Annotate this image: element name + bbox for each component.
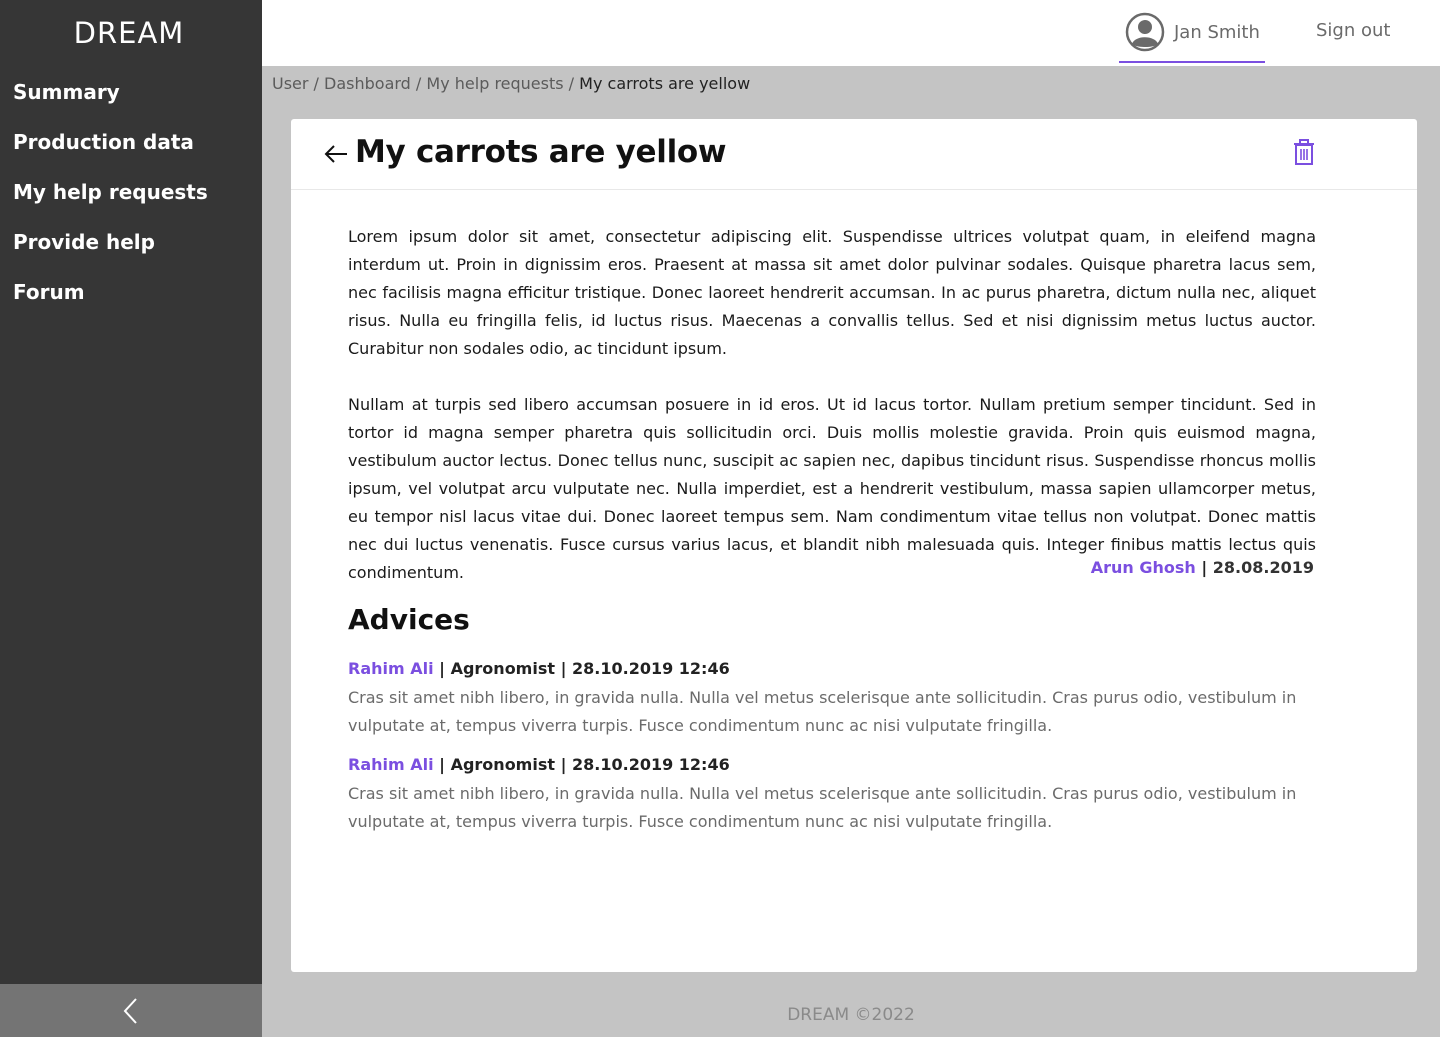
sidebar: DREAM Summary Production data My help re… [0,0,262,1037]
sidebar-item-forum[interactable]: Forum [13,278,208,328]
separator: | [1195,558,1213,577]
sidebar-collapse-button[interactable] [0,984,262,1037]
advice-author[interactable]: Rahim Ali [348,755,434,774]
request-paragraph: Lorem ipsum dolor sit amet, consectetur … [348,227,1316,358]
advice-meta: Rahim Ali | Agronomist | 28.10.2019 12:4… [348,754,1316,780]
advice-meta: Rahim Ali | Agronomist | 28.10.2019 12:4… [348,658,1316,684]
trash-icon[interactable] [1293,139,1315,165]
advice-role: Agronomist [450,755,556,774]
sidebar-item-my-help-requests[interactable]: My help requests [13,178,208,228]
separator: | [555,755,572,774]
user-circle-icon [1125,12,1165,52]
top-header: Jan Smith Sign out [262,0,1440,66]
footer-copyright: DREAM ©2022 [787,1005,915,1025]
request-date: 28.08.2019 [1212,558,1314,577]
sidebar-nav: Summary Production data My help requests… [13,78,208,328]
breadcrumb-user[interactable]: User [272,74,308,93]
sidebar-item-summary[interactable]: Summary [13,78,208,128]
advice-item: Rahim Ali | Agronomist | 28.10.2019 12:4… [348,754,1316,836]
breadcrumb-current: My carrots are yellow [579,74,751,93]
chevron-left-icon [123,997,137,1024]
sidebar-item-production-data[interactable]: Production data [13,128,208,178]
page-title: My carrots are yellow [355,134,727,170]
breadcrumb-separator: / [308,74,325,93]
sidebar-item-provide-help[interactable]: Provide help [13,228,208,278]
breadcrumb: User / Dashboard / My help requests / My… [272,74,750,93]
advice-item: Rahim Ali | Agronomist | 28.10.2019 12:4… [348,658,1316,740]
breadcrumb-separator: / [563,74,580,93]
request-author[interactable]: Arun Ghosh [1091,558,1196,577]
request-author-line: Arun Ghosh | 28.08.2019 [1091,558,1314,577]
breadcrumb-my-help-requests[interactable]: My help requests [426,74,563,93]
card-header: My carrots are yellow [291,119,1417,190]
advice-datetime: 28.10.2019 12:46 [572,659,730,678]
separator: | [433,659,451,678]
arrow-left-icon[interactable] [323,141,349,167]
breadcrumb-separator: / [410,74,427,93]
app-logo[interactable]: DREAM [0,16,258,50]
advice-text: Cras sit amet nibh libero, in gravida nu… [348,784,1297,831]
separator: | [433,755,451,774]
sign-out-link[interactable]: Sign out [1316,20,1390,41]
advice-role: Agronomist [450,659,556,678]
advice-datetime: 28.10.2019 12:46 [572,755,730,774]
user-menu[interactable]: Jan Smith [1119,12,1265,63]
advice-author[interactable]: Rahim Ali [348,659,434,678]
user-name: Jan Smith [1174,22,1260,43]
separator: | [555,659,572,678]
breadcrumb-dashboard[interactable]: Dashboard [324,74,411,93]
advice-text: Cras sit amet nibh libero, in gravida nu… [348,688,1297,735]
advices-heading: Advices [348,603,470,636]
request-card: My carrots are yellow Lorem ipsum dolor … [291,119,1417,972]
